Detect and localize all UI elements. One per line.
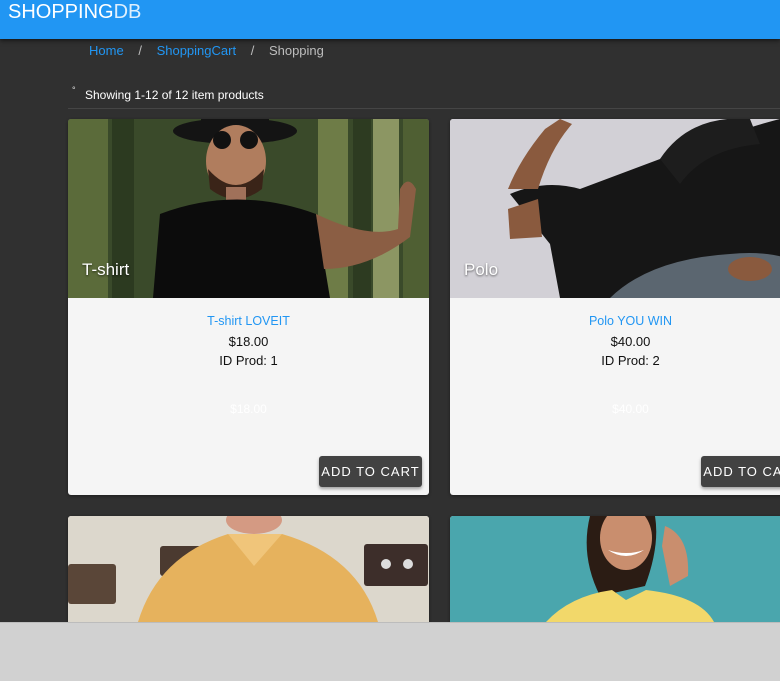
results-count: Showing 1-12 of 12 item products — [85, 88, 264, 102]
add-to-cart-button[interactable]: ADD TO CART — [319, 456, 422, 487]
breadcrumb-home[interactable]: Home — [89, 43, 124, 58]
brand-logo[interactable]: SHOPPINGDB — [8, 0, 141, 24]
product-price: $18.00 — [228, 334, 269, 349]
breadcrumb: Home / ShoppingCart / Shopping — [89, 43, 324, 58]
brand-light: DB — [113, 1, 142, 23]
product-id: ID Prod: 2 — [601, 353, 660, 368]
product-image[interactable] — [450, 516, 780, 622]
results-bar: ° Showing 1-12 of 12 item products — [68, 85, 780, 109]
product-id: ID Prod: 1 — [219, 353, 278, 368]
brand-bold: SHOPPING — [8, 1, 114, 23]
product-price: $40.00 — [610, 334, 651, 349]
product-media-title: Polo — [464, 260, 499, 279]
product-ghost-price: $18.00 — [230, 402, 267, 416]
product-image[interactable] — [68, 516, 429, 622]
product-name-link[interactable]: Polo YOU WIN — [450, 314, 780, 328]
product-media-title: T-shirt — [82, 260, 130, 279]
product-card[interactable]: T-shirt T-shirt LOVEIT $18.00 ID Prod: 1… — [68, 119, 429, 495]
product-name-link[interactable]: T-shirt LOVEIT — [68, 314, 429, 328]
product-card[interactable] — [68, 516, 429, 622]
bullet-icon: ° — [72, 85, 76, 95]
product-ghost-price: $40.00 — [612, 402, 649, 416]
product-image[interactable]: T-shirt — [68, 119, 429, 298]
breadcrumb-current: Shopping — [268, 43, 324, 58]
bottom-bar — [0, 622, 780, 681]
breadcrumb-separator: / — [138, 43, 142, 58]
add-to-cart-button[interactable]: ADD TO CART — [701, 456, 780, 487]
breadcrumb-separator: / — [250, 43, 255, 58]
product-image[interactable]: Polo — [450, 119, 780, 298]
product-card[interactable]: Polo Polo YOU WIN $40.00 ID Prod: 2 $40.… — [450, 119, 780, 495]
app-bar: SHOPPINGDB — [0, 0, 780, 39]
breadcrumb-shoppingcart[interactable]: ShoppingCart — [157, 43, 237, 58]
product-card[interactable] — [450, 516, 780, 622]
